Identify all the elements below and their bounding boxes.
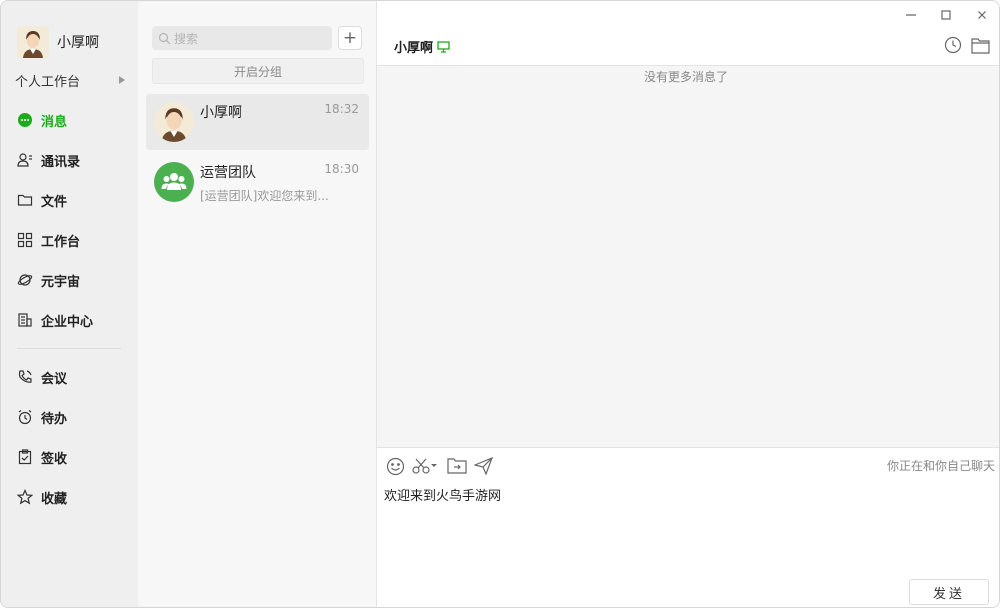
nav-messages[interactable]: 消息 — [17, 109, 67, 131]
phone-icon — [17, 369, 33, 385]
planet-icon — [17, 272, 33, 288]
nav-label: 通讯录 — [41, 154, 81, 170]
alarm-clock-icon — [17, 409, 33, 425]
message-composer: 你正在和你自己聊天 欢迎来到火鸟手游网 发送 — [377, 447, 999, 607]
paper-plane-icon[interactable] — [474, 456, 493, 476]
contacts-icon — [17, 152, 33, 168]
grid-icon — [17, 232, 33, 248]
nav-metaverse[interactable]: 元宇宙 — [17, 269, 80, 291]
nav-label: 签收 — [41, 451, 68, 467]
nav-label: 待办 — [41, 411, 68, 427]
nav-sign-receipt[interactable]: 签收 — [17, 446, 67, 468]
building-icon — [17, 312, 33, 328]
clipboard-check-icon — [17, 449, 33, 465]
desktop-online-icon — [437, 40, 451, 54]
conversation-item[interactable]: 小厚啊 18:32 — [146, 94, 369, 150]
profile-name: 小厚啊 — [57, 35, 99, 51]
chat-title: 小厚啊 — [394, 37, 451, 56]
conversation-time: 18:32 — [324, 102, 359, 116]
send-file-icon[interactable] — [447, 456, 467, 476]
search-placeholder: 搜索 — [174, 31, 199, 46]
group-avatar-icon — [154, 162, 194, 202]
conversation-name: 运营团队 — [200, 165, 256, 181]
nav-contacts[interactable]: 通讯录 — [17, 149, 80, 171]
message-input[interactable]: 欢迎来到火鸟手游网 — [384, 485, 501, 504]
profile[interactable]: 小厚啊 — [17, 25, 99, 59]
nav-divider — [17, 348, 121, 349]
avatar[interactable] — [17, 26, 49, 58]
screenshot-scissors-icon[interactable] — [412, 456, 438, 476]
nav-label: 收藏 — [41, 491, 68, 507]
nav-label: 文件 — [41, 194, 68, 210]
workspace-label: 个人工作台 — [15, 74, 81, 90]
search-icon — [158, 31, 172, 45]
add-button[interactable]: + — [338, 26, 362, 50]
maximize-button[interactable] — [934, 7, 958, 23]
nav-label: 会议 — [41, 371, 68, 387]
chat-bubble-icon — [17, 112, 33, 128]
nav-label: 企业中心 — [41, 314, 94, 330]
conversation-time: 18:30 — [324, 162, 359, 176]
star-icon — [17, 489, 33, 505]
nav-label: 消息 — [41, 114, 68, 130]
nav-enterprise-center[interactable]: 企业中心 — [17, 309, 93, 331]
chat-header: 小厚啊 — [377, 1, 999, 66]
search-input[interactable]: 搜索 — [152, 26, 332, 50]
nav-favorites[interactable]: 收藏 — [17, 486, 67, 508]
minimize-button[interactable] — [899, 7, 923, 23]
history-clock-icon[interactable] — [943, 35, 963, 55]
conversation-preview: [运营团队]欢迎您来到... — [200, 189, 329, 203]
avatar — [154, 102, 194, 142]
conversation-name: 小厚啊 — [200, 105, 242, 121]
send-button[interactable]: 发送 — [909, 579, 989, 605]
chat-title-text: 小厚啊 — [394, 41, 434, 56]
emoji-icon[interactable] — [386, 456, 405, 476]
conversation-item[interactable]: 运营团队 18:30 [运营团队]欢迎您来到... — [146, 154, 369, 210]
chevron-right-icon — [119, 76, 125, 84]
nav-label: 元宇宙 — [41, 274, 81, 290]
chat-panel: 小厚啊 没有更多消息了 你正在和你自己聊天 欢迎来到火鸟手游网 发送 — [377, 1, 999, 607]
conversation-list-panel: 搜索 + 开启分组 小厚啊 18:32 运营团队 18:30 [运营团队]欢迎您… — [138, 1, 377, 607]
chat-hint: 你正在和你自己聊天 — [886, 459, 995, 473]
close-button[interactable] — [970, 7, 994, 23]
nav-files[interactable]: 文件 — [17, 189, 67, 211]
app-window: 小厚啊 个人工作台 消息 通讯录 文件 工作台 元宇宙 企业中心 会议 待办 签… — [0, 0, 1000, 608]
personal-workspace[interactable]: 个人工作台 — [15, 71, 127, 90]
sidebar: 小厚啊 个人工作台 消息 通讯录 文件 工作台 元宇宙 企业中心 会议 待办 签… — [1, 1, 138, 607]
enable-grouping-button[interactable]: 开启分组 — [152, 58, 364, 84]
nav-todo[interactable]: 待办 — [17, 406, 67, 428]
no-more-messages: 没有更多消息了 — [643, 70, 728, 84]
folder-icon — [17, 192, 33, 208]
nav-meeting[interactable]: 会议 — [17, 366, 67, 388]
nav-label: 工作台 — [41, 234, 81, 250]
folder-icon[interactable] — [970, 35, 990, 55]
nav-workbench[interactable]: 工作台 — [17, 229, 80, 251]
